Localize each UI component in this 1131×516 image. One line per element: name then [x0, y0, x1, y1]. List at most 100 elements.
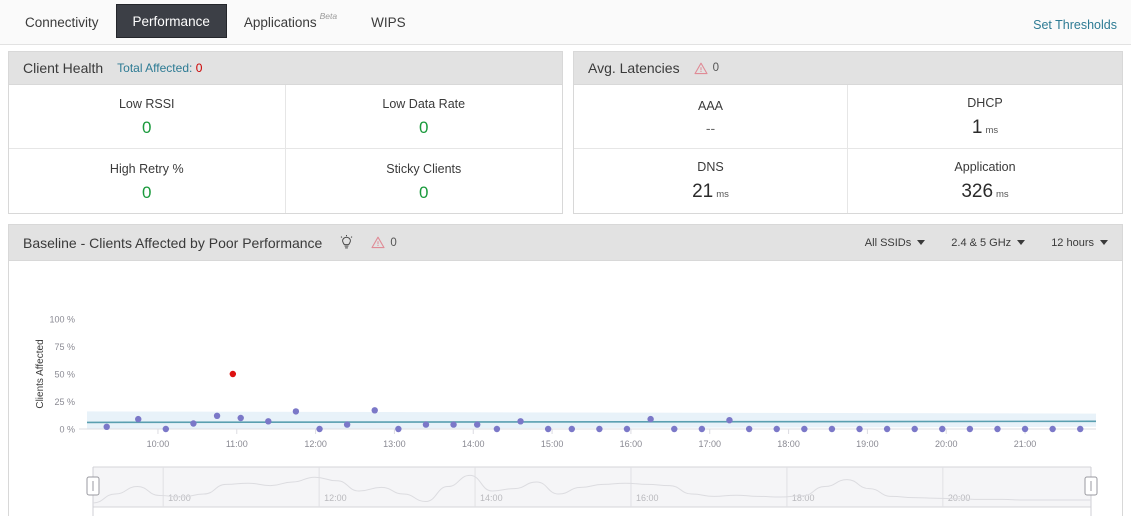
metric-low-data-rate[interactable]: Low Data Rate 0: [285, 85, 562, 149]
x-axis-tick-label: 14:00: [462, 439, 485, 449]
data-point[interactable]: [883, 425, 891, 433]
latency-warning-group[interactable]: 0: [694, 62, 719, 75]
chevron-down-icon: [1100, 240, 1108, 245]
x-axis-tick-label: 21:00: [1014, 439, 1037, 449]
data-point[interactable]: [698, 425, 706, 433]
data-point[interactable]: [623, 425, 631, 433]
data-point[interactable]: [450, 421, 457, 428]
tab-performance[interactable]: Performance: [115, 4, 227, 38]
metric-dhcp[interactable]: DHCP 1 ms: [848, 85, 1122, 149]
tab-label: WIPS: [371, 14, 406, 30]
metric-application[interactable]: Application 326 ms: [848, 149, 1122, 213]
data-point[interactable]: [162, 425, 170, 433]
avg-latencies-metrics: AAA -- DHCP 1 ms DNS 21 ms Application 3…: [574, 85, 1122, 213]
data-point[interactable]: [213, 412, 221, 419]
data-point[interactable]: [371, 407, 378, 414]
data-point[interactable]: [671, 425, 678, 433]
navigator-handle-left[interactable]: [86, 476, 100, 496]
tab-wips[interactable]: WIPS: [354, 6, 423, 38]
data-point[interactable]: [135, 415, 142, 423]
data-point[interactable]: [292, 408, 300, 415]
metric-value: 21: [692, 181, 714, 202]
baseline-panel: Baseline - Clients Affected by Poor Perf…: [8, 224, 1123, 516]
y-axis-tick-label: 100 %: [49, 315, 75, 325]
data-point[interactable]: [801, 425, 808, 433]
x-axis-tick-label: 16:00: [620, 439, 643, 449]
data-point[interactable]: [726, 417, 733, 424]
x-axis-tick-label: 12:00: [304, 439, 327, 449]
chart-navigator[interactable]: 10:00 12:00 14:00 16:00 18:00 20:00: [9, 461, 1122, 516]
data-point[interactable]: [647, 415, 654, 423]
navigator-handle-right[interactable]: [1084, 476, 1098, 496]
dropdown-label: 2.4 & 5 GHz: [951, 236, 1012, 249]
data-point[interactable]: [517, 418, 524, 425]
metric-label: AAA: [697, 98, 723, 113]
data-point[interactable]: [994, 425, 1001, 433]
data-point[interactable]: [745, 425, 753, 433]
baseline-chart[interactable]: 0 % 25 % 50 % 75 % 100 % Clients Affected 10:0…: [9, 261, 1122, 461]
data-point[interactable]: [229, 370, 237, 378]
baseline-warning-group[interactable]: 0: [371, 236, 397, 249]
data-point[interactable]: [190, 420, 197, 427]
main-tabbar: Connectivity Performance Applications Be…: [0, 0, 1131, 45]
navigator-tick-label: 18:00: [792, 493, 815, 503]
navigator-tick-label: 12:00: [324, 493, 347, 503]
warning-triangle-icon: [694, 62, 708, 74]
ssid-filter-dropdown[interactable]: All SSIDs: [865, 237, 926, 249]
data-point[interactable]: [773, 425, 780, 433]
metric-label: Sticky Clients: [386, 161, 462, 176]
beta-badge: Beta: [319, 11, 338, 21]
metric-sticky-clients[interactable]: Sticky Clients 0: [286, 149, 563, 213]
data-point[interactable]: [1077, 425, 1084, 433]
data-point[interactable]: [856, 425, 863, 433]
x-axis-tick-label: 17:00: [698, 439, 721, 449]
data-point[interactable]: [316, 425, 323, 433]
dropdown-label: 12 hours: [1051, 236, 1094, 249]
data-point[interactable]: [596, 425, 603, 433]
warning-count: 0: [712, 62, 719, 74]
data-point[interactable]: [966, 425, 974, 433]
tab-connectivity[interactable]: Connectivity: [8, 6, 116, 38]
data-point[interactable]: [343, 421, 351, 428]
set-thresholds-link[interactable]: Set Thresholds: [1033, 18, 1117, 32]
timerange-filter-dropdown[interactable]: 12 hours: [1051, 237, 1108, 249]
panel-title: Client Health: [23, 60, 104, 76]
warning-count: 0: [390, 236, 397, 249]
data-point[interactable]: [265, 418, 272, 425]
client-health-metrics: Low RSSI 0 Low Data Rate 0 High Retry % …: [9, 85, 562, 213]
metric-value: 0: [419, 182, 429, 202]
data-point[interactable]: [473, 421, 481, 428]
chart-filters: All SSIDs 2.4 & 5 GHz 12 hours: [865, 237, 1108, 249]
baseline-chart-svg: 0 % 25 % 50 % 75 % 100 % Clients Affected 10:0…: [35, 315, 1097, 449]
data-point[interactable]: [544, 425, 552, 433]
metric-aaa[interactable]: AAA --: [574, 85, 848, 149]
band-filter-dropdown[interactable]: 2.4 & 5 GHz: [951, 236, 1026, 249]
data-point[interactable]: [939, 425, 946, 433]
data-point[interactable]: [493, 425, 501, 433]
metric-dns[interactable]: DNS 21 ms: [574, 149, 848, 213]
data-point[interactable]: [1049, 425, 1056, 433]
metric-high-retry[interactable]: High Retry % 0: [9, 149, 286, 213]
data-point[interactable]: [237, 414, 244, 422]
data-point[interactable]: [1021, 425, 1029, 433]
total-affected[interactable]: Total Affected: 0: [117, 61, 202, 75]
x-axis-tick-label: 10:00: [147, 439, 170, 449]
tab-applications[interactable]: Applications Beta: [227, 6, 354, 38]
metric-unit: ms: [996, 189, 1009, 200]
navigator-tick-label: 16:00: [636, 493, 659, 503]
data-point[interactable]: [422, 421, 430, 428]
metric-low-rssi[interactable]: Low RSSI 0: [9, 85, 286, 149]
data-point[interactable]: [103, 423, 110, 430]
data-point[interactable]: [828, 425, 836, 433]
client-health-header: Client Health Total Affected: 0: [9, 52, 562, 85]
data-point[interactable]: [911, 425, 918, 433]
data-point[interactable]: [395, 425, 402, 433]
summary-panels: Client Health Total Affected: 0 Low RSSI…: [0, 45, 1131, 214]
lightbulb-icon[interactable]: [340, 234, 353, 251]
total-affected-label: Total Affected: [117, 61, 189, 75]
avg-latencies-panel: Avg. Latencies 0 AAA -- DHCP 1 ms DNS 21…: [573, 51, 1123, 214]
metric-value: 1: [971, 116, 983, 138]
data-point[interactable]: [568, 425, 575, 433]
metric-value-wrap: 1 ms: [972, 118, 998, 138]
x-axis-tick-label: 13:00: [383, 439, 406, 449]
